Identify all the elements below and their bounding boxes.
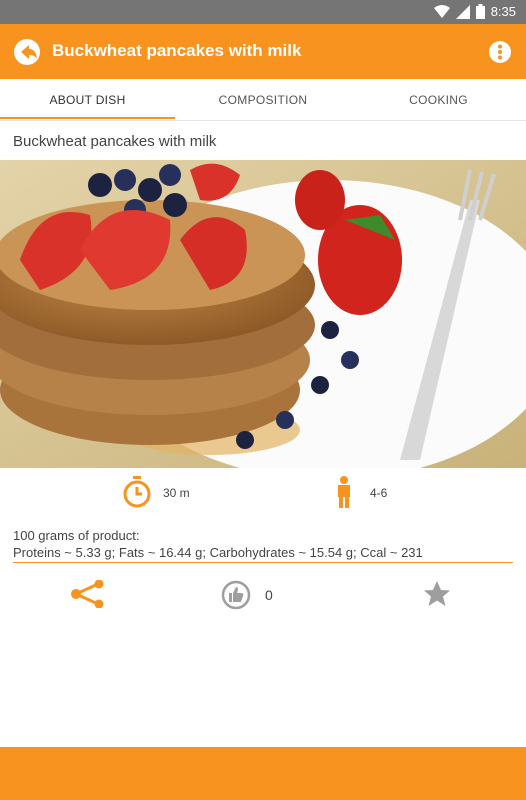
bottom-bar [0, 747, 526, 800]
timer-icon [123, 476, 151, 508]
back-arrow-icon[interactable] [13, 38, 41, 66]
nutrition-divider [13, 562, 513, 563]
battery-icon [475, 4, 485, 19]
person-icon [338, 476, 350, 508]
favorite-star-icon[interactable] [422, 579, 452, 609]
like-icon[interactable] [221, 580, 251, 610]
status-time: 8:35 [490, 4, 516, 19]
wifi-icon [433, 4, 450, 18]
tab-cooking[interactable]: COOKING [351, 79, 526, 121]
nutrition-values: Proteins ~ 5.33 g; Fats ~ 16.44 g; Carbo… [13, 545, 423, 560]
dish-photo [0, 160, 526, 468]
more-vert-icon[interactable] [488, 40, 512, 64]
cooking-time: 30 m [163, 486, 190, 500]
tab-composition[interactable]: COMPOSITION [175, 79, 351, 121]
tab-about-dish[interactable]: ABOUT DISH [0, 79, 175, 121]
app-bar: Buckwheat pancakes with milk [0, 24, 526, 79]
dish-title: Buckwheat pancakes with milk [13, 133, 217, 150]
app-title: Buckwheat pancakes with milk [52, 41, 302, 60]
dish-info-row: 30 m 4-6 [0, 476, 526, 510]
status-icons: 8:35 [433, 4, 516, 19]
nutrition-header: 100 grams of product: [13, 528, 140, 543]
share-icon[interactable] [70, 580, 106, 608]
status-bar: 8:35 [0, 0, 526, 24]
servings: 4-6 [370, 486, 388, 500]
cellular-icon [455, 4, 470, 19]
active-tab-indicator [0, 117, 175, 119]
tab-bar: ABOUT DISH COMPOSITION COOKING [0, 79, 526, 121]
like-count: 0 [265, 587, 273, 603]
